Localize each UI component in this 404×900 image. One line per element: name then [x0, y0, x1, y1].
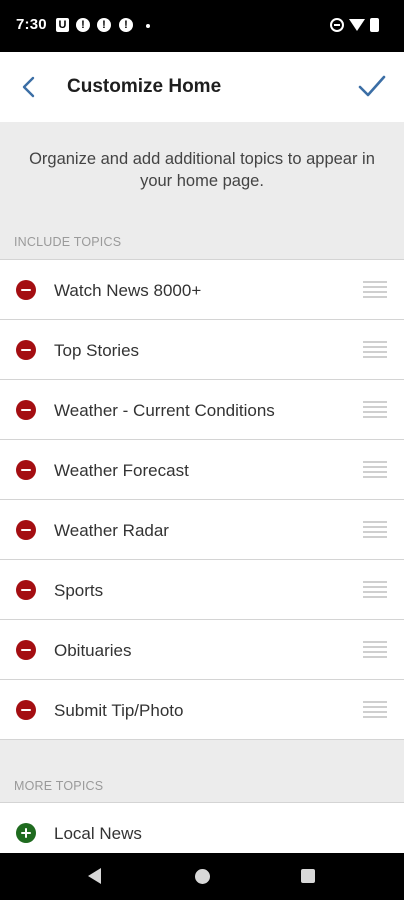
topic-row[interactable]: Watch News 8000+ — [0, 260, 404, 320]
alert-icon: ! — [119, 18, 133, 32]
topic-row[interactable]: Top Stories — [0, 320, 404, 380]
remove-circle-icon[interactable] — [16, 460, 36, 480]
drag-handle-icon[interactable] — [363, 281, 387, 299]
topic-label: Sports — [54, 581, 104, 600]
page-title: Customize Home — [67, 76, 222, 97]
wifi-icon — [349, 19, 365, 31]
drag-handle-icon[interactable] — [363, 641, 387, 659]
drag-handle-icon[interactable] — [363, 581, 387, 599]
topic-label: Weather - Current Conditions — [54, 401, 275, 420]
nav-recents-icon[interactable] — [301, 869, 315, 883]
back-button[interactable] — [14, 72, 44, 102]
topic-label: Top Stories — [54, 341, 140, 360]
drag-handle-icon[interactable] — [363, 461, 387, 479]
topic-label: Obituaries — [54, 641, 132, 660]
remove-circle-icon[interactable] — [16, 520, 36, 540]
nav-home-icon[interactable] — [195, 869, 210, 884]
chevron-left-icon — [22, 76, 35, 98]
dot-icon — [146, 24, 150, 28]
u-notification-icon: U — [56, 18, 69, 32]
topic-row[interactable]: Weather - Current Conditions — [0, 380, 404, 440]
status-bar: 7:30 U ! ! ! — [0, 0, 404, 52]
add-circle-icon[interactable] — [16, 823, 36, 843]
topic-label: Watch News 8000+ — [54, 281, 202, 300]
intro-section: Organize and add additional topics to ap… — [0, 122, 404, 260]
drag-handle-icon[interactable] — [363, 341, 387, 359]
battery-icon — [370, 18, 379, 32]
included-topics-list: Watch News 8000+ Top Stories Weather - Cur… — [0, 259, 404, 740]
app-header: Customize Home — [0, 52, 404, 122]
topic-row[interactable]: Sports — [0, 560, 404, 620]
topic-row[interactable]: Obituaries — [0, 620, 404, 680]
remove-circle-icon[interactable] — [16, 400, 36, 420]
remove-circle-icon[interactable] — [16, 640, 36, 660]
system-nav-bar — [0, 853, 404, 900]
topic-row[interactable]: Submit Tip/Photo — [0, 680, 404, 740]
include-topics-label: INCLUDE TOPICS — [14, 235, 122, 249]
drag-handle-icon[interactable] — [363, 701, 387, 719]
topic-row[interactable]: Weather Forecast — [0, 440, 404, 500]
drag-handle-icon[interactable] — [363, 401, 387, 419]
checkmark-icon — [358, 75, 386, 97]
drag-handle-icon[interactable] — [363, 521, 387, 539]
nav-back-icon[interactable] — [88, 868, 101, 884]
more-topics-label: MORE TOPICS — [14, 779, 104, 793]
more-topics-section: MORE TOPICS — [0, 740, 404, 803]
topic-label: Weather Forecast — [54, 461, 189, 480]
alert-icon: ! — [76, 18, 90, 32]
remove-circle-icon[interactable] — [16, 700, 36, 720]
topic-label: Weather Radar — [54, 521, 169, 540]
status-time: 7:30 — [16, 16, 47, 33]
more-topic-label: Local News — [54, 824, 142, 843]
do-not-disturb-icon — [330, 18, 344, 32]
intro-description: Organize and add additional topics to ap… — [29, 150, 375, 190]
alert-icon: ! — [97, 18, 111, 32]
save-button[interactable] — [356, 70, 388, 102]
remove-circle-icon[interactable] — [16, 280, 36, 300]
remove-circle-icon[interactable] — [16, 340, 36, 360]
remove-circle-icon[interactable] — [16, 580, 36, 600]
topic-label: Submit Tip/Photo — [54, 701, 184, 720]
topic-row[interactable]: Weather Radar — [0, 500, 404, 560]
